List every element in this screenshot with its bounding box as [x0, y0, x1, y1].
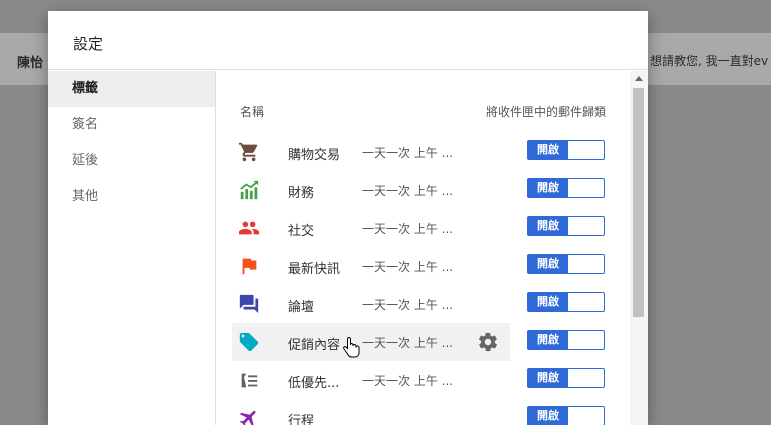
category-label: 購物交易 — [288, 148, 341, 163]
category-row-trips[interactable]: 行程 — [232, 399, 510, 425]
scroll-up-arrow-icon[interactable] — [635, 76, 643, 81]
low-priority-icon — [241, 373, 258, 388]
category-label: 社交 — [288, 224, 315, 239]
toggle-on-label: 開啟 — [528, 255, 568, 273]
tag-icon — [239, 332, 259, 352]
nav-item-signature[interactable]: 簽名 — [48, 107, 215, 143]
dialog-title: 設定 — [48, 11, 648, 70]
category-label: 最新快訊 — [288, 262, 341, 277]
column-header-bundle: 將收件匣中的郵件歸類 — [485, 105, 606, 119]
category-schedule: 一天一次 上午 ... — [362, 146, 454, 160]
flag-icon — [242, 258, 257, 275]
category-row-social[interactable]: 社交 一天一次 上午 ... — [232, 209, 510, 247]
background-sender: 陳怡 — [17, 56, 44, 71]
gear-icon[interactable] — [477, 331, 499, 353]
toggle-low-priority[interactable]: 開啟 — [527, 368, 605, 388]
category-row-low-priority[interactable]: 低優先... 一天一次 上午 ... — [232, 361, 510, 399]
category-schedule: 一天一次 上午 ... — [362, 184, 454, 198]
category-row-purchases[interactable]: 購物交易 一天一次 上午 ... — [232, 133, 510, 171]
nav-item-labels[interactable]: 標籤 — [48, 71, 215, 107]
category-schedule: 一天一次 上午 ... — [362, 222, 454, 236]
category-row-promotions[interactable]: 促銷內容 一天一次 上午 ... — [232, 323, 510, 361]
background-snippet: 想請教您, 我一直對ev — [650, 54, 769, 68]
toggle-promotions[interactable]: 開啟 — [527, 330, 605, 350]
column-header-name: 名稱 — [240, 105, 265, 119]
nav-item-other[interactable]: 其他 — [48, 179, 215, 215]
toggle-on-label: 開啟 — [528, 407, 568, 425]
category-schedule: 一天一次 上午 ... — [362, 336, 454, 350]
category-label: 低優先... — [288, 376, 340, 391]
cart-icon — [238, 142, 258, 162]
category-row-finance[interactable]: 財務 一天一次 上午 ... — [232, 171, 510, 209]
category-schedule: 一天一次 上午 ... — [362, 260, 454, 274]
scrollbar-thumb[interactable] — [633, 88, 644, 317]
category-label: 財務 — [288, 186, 315, 201]
labels-panel: 名稱 將收件匣中的郵件歸類 購物交易 一天一次 上午 ... 開啟 財務 一天一… — [216, 71, 630, 425]
toggle-on-label: 開啟 — [528, 369, 568, 387]
settings-sidebar: 標籤 簽名 延後 其他 — [48, 71, 216, 425]
category-row-forums[interactable]: 論壇 一天一次 上午 ... — [232, 285, 510, 323]
category-row-updates[interactable]: 最新快訊 一天一次 上午 ... — [232, 247, 510, 285]
toggle-updates[interactable]: 開啟 — [527, 254, 605, 274]
toggle-on-label: 開啟 — [528, 179, 568, 197]
toggle-social[interactable]: 開啟 — [527, 216, 605, 236]
settings-dialog: 設定 標籤 簽名 延後 其他 名稱 將收件匣中的郵件歸類 購物交易 一天一次 上… — [48, 11, 648, 425]
toggle-on-label: 開啟 — [528, 141, 568, 159]
toggle-on-label: 開啟 — [528, 331, 568, 349]
toggle-on-label: 開啟 — [528, 217, 568, 235]
people-icon — [238, 221, 260, 235]
hand-cursor-icon — [343, 336, 360, 358]
chart-icon — [240, 180, 259, 200]
category-schedule: 一天一次 上午 ... — [362, 298, 454, 312]
toggle-purchases[interactable]: 開啟 — [527, 140, 605, 160]
plane-icon — [239, 410, 256, 425]
category-schedule: 一天一次 上午 ... — [362, 374, 454, 388]
nav-item-snooze[interactable]: 延後 — [48, 143, 215, 179]
toggle-finance[interactable]: 開啟 — [527, 178, 605, 198]
category-label: 論壇 — [288, 300, 315, 315]
category-label: 行程 — [288, 414, 315, 425]
forum-icon — [239, 294, 259, 314]
toggle-forums[interactable]: 開啟 — [527, 292, 605, 312]
toggle-on-label: 開啟 — [528, 293, 568, 311]
dialog-scrollbar[interactable] — [630, 71, 648, 425]
toggle-trips[interactable]: 開啟 — [527, 406, 605, 425]
